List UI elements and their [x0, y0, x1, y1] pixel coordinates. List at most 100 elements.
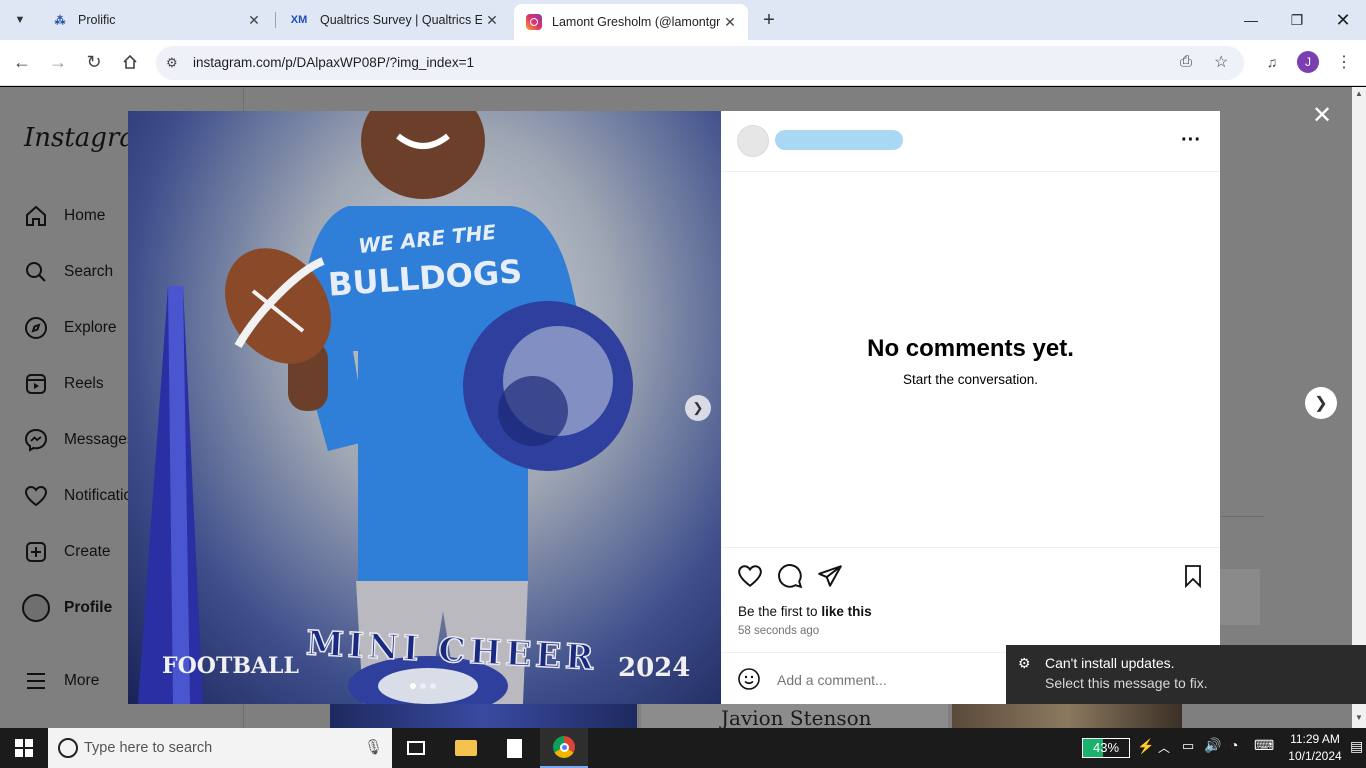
nav-label: Profile [64, 599, 113, 616]
site-info-icon[interactable]: ⚙ [166, 55, 178, 71]
address-bar[interactable]: ⚙ instagram.com/p/DAlpaxWP08P/?img_index… [156, 46, 1244, 80]
nav-label: Create [64, 543, 111, 560]
carousel-next-button[interactable]: ❯ [685, 395, 711, 421]
messenger-icon [22, 426, 50, 454]
notification-center-icon[interactable]: ▤ [1350, 738, 1363, 755]
page-scrollbar[interactable]: ▲ ▼ [1352, 87, 1366, 728]
nav-label: Search [64, 263, 114, 280]
profile-avatar-icon [22, 594, 50, 622]
banner-football: FOOTBALL [162, 653, 299, 679]
nav-more[interactable]: More [22, 666, 99, 696]
close-window-button[interactable]: ✕ [1320, 0, 1366, 40]
comment-bubble-icon[interactable] [777, 563, 803, 594]
clock[interactable]: 11:29 AM 10/1/2024 [1286, 731, 1344, 765]
nav-explore[interactable]: Explore [22, 313, 117, 343]
background-image-left [330, 704, 637, 728]
task-view-button[interactable] [392, 728, 440, 768]
forward-icon[interactable]: → [44, 48, 72, 76]
speaker-icon[interactable]: 🔊 [1204, 737, 1221, 754]
nav-label: Messages [64, 431, 135, 448]
taskbar-search[interactable]: Type here to search 🎙 [48, 728, 392, 768]
file-explorer-button[interactable] [442, 728, 490, 768]
post-options-button[interactable]: ··· [1181, 129, 1201, 152]
update-error-toast[interactable]: ⚙ Can't install updates. Select this mes… [1006, 645, 1366, 704]
tab-search-button[interactable]: ▼ [8, 8, 32, 32]
chrome-icon [553, 736, 575, 758]
like-heart-icon[interactable] [737, 563, 763, 594]
carousel-indicator [410, 683, 436, 689]
plus-square-icon [22, 538, 50, 566]
like-this-link[interactable]: like this [821, 604, 871, 619]
menu-kebab-icon[interactable]: ⋮ [1330, 48, 1358, 76]
nav-label: Explore [64, 319, 117, 336]
tray-chevron-up-icon[interactable]: ︿ [1158, 739, 1170, 756]
tab-title: Prolific [78, 13, 116, 27]
carousel-dot [420, 683, 426, 689]
next-post-button[interactable]: ❯ [1305, 387, 1337, 419]
qualtrics-icon: XM [290, 14, 308, 26]
windows-logo-icon [15, 739, 33, 757]
home-icon[interactable] [116, 48, 144, 76]
author-avatar[interactable] [737, 125, 769, 157]
post-image[interactable]: WE ARE THE BULLDOGS FOOTBALL MINI CHEER … [128, 111, 721, 704]
minimize-button[interactable]: — [1228, 0, 1274, 40]
comment-input[interactable] [777, 669, 997, 691]
reload-icon[interactable]: ↻ [80, 48, 108, 76]
tab-qualtrics[interactable]: XM Qualtrics Survey | Qualtrics Exp ✕ [276, 0, 510, 40]
post-actions: Be the first to like this 58 seconds ago [721, 547, 1220, 652]
nav-label: More [64, 672, 100, 689]
start-button[interactable] [0, 728, 48, 768]
post-timestamp: 58 seconds ago [738, 625, 820, 637]
new-tab-button[interactable]: + [756, 6, 782, 34]
nav-create[interactable]: Create [22, 537, 111, 567]
tab-instagram[interactable]: Lamont Gresholm (@lamontgre ✕ [514, 4, 748, 40]
bookmark-star-icon[interactable]: ☆ [1214, 52, 1228, 72]
notepad-button[interactable] [490, 728, 538, 768]
scroll-up-icon[interactable]: ▲ [1355, 89, 1363, 98]
power-mode-icon[interactable]: ▭ [1182, 738, 1194, 754]
post-header: ··· [721, 111, 1220, 172]
no-comments-subtitle: Start the conversation. [902, 372, 1039, 387]
nav-home[interactable]: Home [22, 201, 105, 231]
search-circle-icon [58, 738, 78, 758]
wifi-icon[interactable]: ◔ [1230, 737, 1238, 753]
tab-prolific[interactable]: ⁂ Prolific ✕ [40, 0, 272, 40]
tab-strip: ▼ ⁂ Prolific ✕ XM Qualtrics Survey | Qua… [0, 0, 1366, 40]
close-tab-icon[interactable]: ✕ [244, 12, 264, 29]
chrome-taskbar-button[interactable] [540, 728, 588, 768]
nav-messages[interactable]: Messages [22, 425, 135, 455]
home-icon [22, 202, 50, 230]
emoji-icon[interactable] [737, 667, 761, 696]
media-control-icon[interactable]: ♫ [1258, 48, 1286, 76]
battery-indicator[interactable]: 43% [1082, 738, 1130, 758]
background-post-divider [1220, 516, 1264, 517]
nav-label: Reels [64, 375, 104, 392]
profile-avatar[interactable]: J [1294, 48, 1322, 76]
background-image-middle: Javion Stenson [641, 704, 948, 728]
microphone-icon[interactable]: 🎙 [364, 738, 383, 756]
redacted-username[interactable] [775, 130, 903, 150]
back-icon[interactable]: ← [8, 48, 36, 76]
likes-prefix: Be the first to [738, 604, 818, 619]
nav-reels[interactable]: Reels [22, 369, 104, 399]
close-tab-icon[interactable]: ✕ [482, 12, 502, 29]
nav-search[interactable]: Search [22, 257, 113, 287]
carousel-dot-active [410, 683, 416, 689]
compass-icon [22, 314, 50, 342]
close-tab-icon[interactable]: ✕ [720, 14, 740, 31]
share-paper-plane-icon[interactable] [817, 563, 843, 594]
clock-date: 10/1/2024 [1288, 749, 1342, 763]
background-post-text: Javion Stenson [721, 706, 872, 728]
restore-button[interactable]: ❐ [1274, 0, 1320, 40]
scroll-down-icon[interactable]: ▼ [1355, 713, 1363, 722]
prolific-icon: ⁂ [54, 14, 66, 27]
folder-icon [455, 740, 477, 756]
toast-title: Can't install updates. [1045, 655, 1175, 671]
nav-profile[interactable]: Profile [22, 593, 112, 623]
reels-icon [22, 370, 50, 398]
close-modal-icon[interactable]: ✕ [1309, 102, 1335, 129]
install-app-icon[interactable]: ⎙ [1180, 53, 1192, 70]
search-icon [22, 258, 50, 286]
keyboard-icon[interactable]: ⌨ [1254, 737, 1274, 754]
save-bookmark-icon[interactable] [1181, 563, 1205, 594]
